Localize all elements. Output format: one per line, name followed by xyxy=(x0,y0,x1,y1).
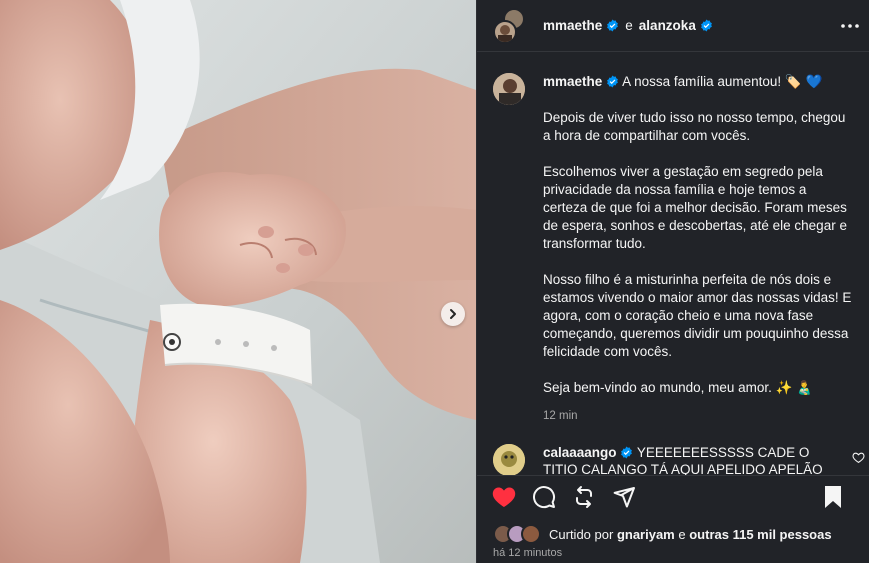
username-link[interactable]: alanzoka xyxy=(639,18,696,33)
comment-bubble-icon xyxy=(532,485,556,509)
comment-body: calaaaango YEEEEEEESSSSS CADE O TITIO CA… xyxy=(543,444,843,475)
verified-badge-icon xyxy=(606,75,619,88)
avatar[interactable] xyxy=(493,73,525,105)
liked-middle: e xyxy=(678,526,686,542)
avatar xyxy=(493,19,517,44)
chevron-right-icon xyxy=(447,308,459,320)
share-button[interactable] xyxy=(611,484,637,510)
liked-others[interactable]: outras 115 mil pessoas xyxy=(689,527,831,542)
post-side-panel: mmaethe e alanzoka mmaethe A nossa famíl… xyxy=(476,0,869,563)
heart-filled-icon xyxy=(492,486,516,508)
baby-hand-photo xyxy=(0,0,476,563)
verified-badge-icon xyxy=(620,446,633,459)
repost-icon xyxy=(572,485,596,509)
caption: mmaethe A nossa família aumentou! 🏷️ 💙 D… xyxy=(543,73,853,425)
caption-paragraph: Escolhemos viver a gestação em segredo p… xyxy=(543,164,847,251)
liked-user[interactable]: gnariyam xyxy=(617,527,675,542)
repost-button[interactable] xyxy=(571,484,597,510)
avatar[interactable] xyxy=(493,444,525,475)
collab-usernames: mmaethe e alanzoka xyxy=(543,18,713,33)
comment-username[interactable]: calaaaango xyxy=(543,445,617,460)
username-link[interactable]: mmaethe xyxy=(543,18,602,33)
collab-avatars[interactable] xyxy=(493,7,529,44)
caption-username[interactable]: mmaethe xyxy=(543,74,602,89)
avatar xyxy=(521,524,541,544)
likes-summary[interactable]: Curtido por gnariyam e outras 115 mil pe… xyxy=(493,524,832,544)
post-image[interactable] xyxy=(0,0,476,563)
save-button[interactable] xyxy=(820,484,846,510)
caption-scroll-area[interactable]: mmaethe A nossa família aumentou! 🏷️ 💙 D… xyxy=(477,53,869,475)
comment-button[interactable] xyxy=(531,484,557,510)
comment-like-button[interactable] xyxy=(852,451,866,465)
action-bar xyxy=(491,484,858,510)
verified-badge-icon xyxy=(606,19,619,32)
send-icon xyxy=(612,485,636,509)
more-options-button[interactable] xyxy=(840,18,860,34)
caption-headline: A nossa família aumentou! 🏷️ 💙 xyxy=(622,74,823,89)
heart-outline-icon xyxy=(852,451,866,464)
post-footer: Curtido por gnariyam e outras 115 mil pe… xyxy=(477,475,869,563)
conjunction-text: e xyxy=(625,18,633,33)
caption-paragraph: Seja bem-vindo ao mundo, meu amor. ✨ 👨‍🍼 xyxy=(543,380,813,395)
caption-paragraph: Depois de viver tudo isso no nosso tempo… xyxy=(543,110,846,143)
liked-prefix: Curtido por xyxy=(549,526,614,542)
post-time-ago[interactable]: há 12 minutos xyxy=(493,547,562,559)
next-media-button[interactable] xyxy=(441,302,465,326)
post-modal: mmaethe e alanzoka mmaethe A nossa famíl… xyxy=(0,0,869,563)
verified-badge-icon xyxy=(700,19,713,32)
caption-timestamp[interactable]: 12 min xyxy=(543,407,853,425)
like-button[interactable] xyxy=(491,484,517,510)
comment-item: calaaaango YEEEEEEESSSSS CADE O TITIO CA… xyxy=(477,438,869,475)
post-header: mmaethe e alanzoka xyxy=(477,0,869,52)
bookmark-icon xyxy=(823,485,843,509)
liker-avatars xyxy=(493,524,545,544)
caption-paragraph: Nosso filho é a misturinha perfeita de n… xyxy=(543,272,852,359)
more-horizontal-icon xyxy=(841,24,859,28)
